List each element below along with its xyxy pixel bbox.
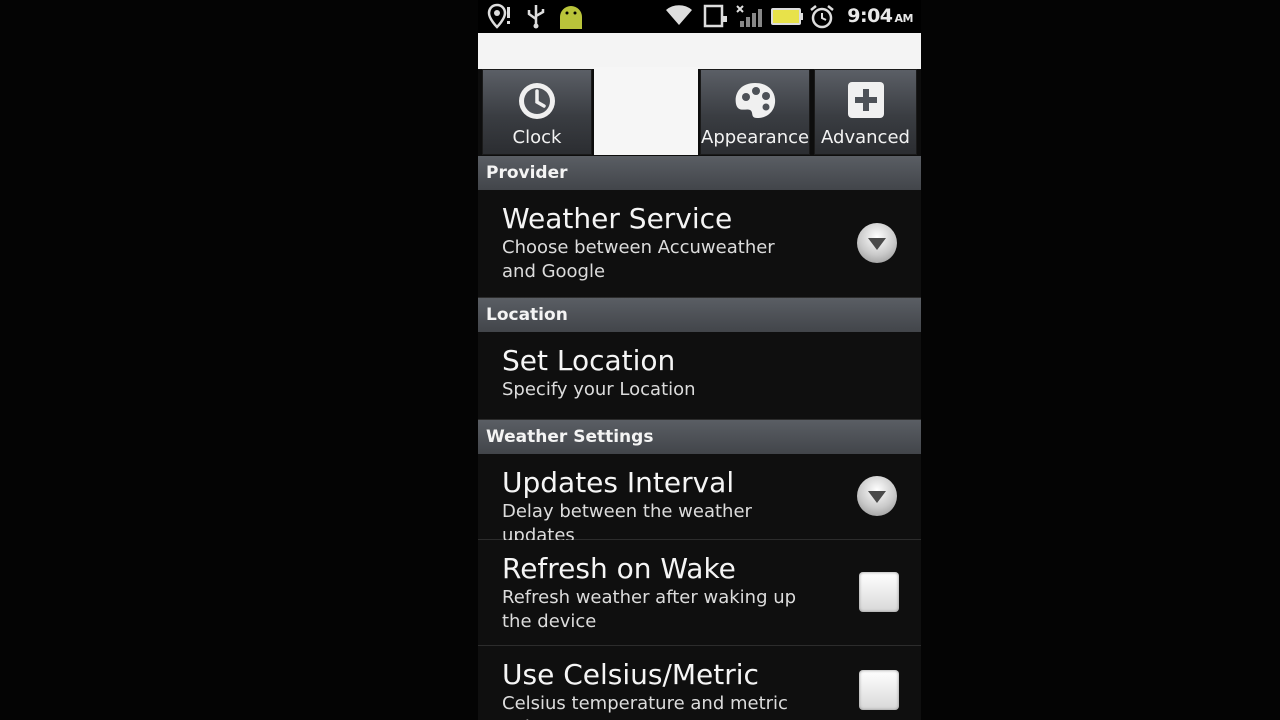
status-time: 9:04	[847, 5, 893, 27]
alarm-icon	[810, 5, 834, 29]
pref-summary: Specify your Location	[502, 379, 696, 400]
tab-advanced-label: Advanced	[821, 127, 910, 148]
dropdown-icon[interactable]	[857, 476, 897, 516]
signal-icon	[736, 5, 762, 27]
pref-set-location[interactable]: Set Location Specify your Location	[478, 332, 921, 420]
dropdown-icon[interactable]	[857, 223, 897, 263]
category-location: Location	[478, 298, 921, 332]
tab-appearance-label: Appearance	[701, 127, 810, 148]
status-ampm: AM	[894, 12, 914, 25]
category-weather-settings: Weather Settings	[478, 420, 921, 454]
pref-title: Weather Service	[502, 202, 733, 235]
tab-appearance[interactable]: Appearance	[700, 69, 810, 155]
pref-refresh-on-wake[interactable]: Refresh on Wake Refresh weather after wa…	[478, 540, 921, 646]
title-bar	[478, 33, 921, 69]
battery-icon	[771, 8, 803, 25]
pref-updates-interval[interactable]: Updates Interval Delay between the weath…	[478, 454, 921, 546]
android-icon	[560, 6, 582, 29]
tab-clock-label: Clock	[512, 127, 562, 148]
usb-icon	[527, 5, 545, 29]
wifi-icon	[666, 5, 692, 25]
pref-title: Set Location	[502, 344, 676, 377]
phone-screen: 9:04 AM Clock Appearance Advanced Provid…	[478, 0, 921, 720]
palette-icon	[735, 83, 776, 118]
tab-weather[interactable]	[594, 67, 698, 155]
category-provider: Provider	[478, 156, 921, 190]
tab-clock[interactable]: Clock	[482, 69, 592, 155]
preferences-list: Provider Weather Service Choose between …	[478, 156, 921, 720]
plus-icon	[847, 82, 884, 118]
pref-weather-service[interactable]: Weather Service Choose between Accuweath…	[478, 190, 921, 298]
tab-advanced[interactable]: Advanced	[814, 69, 917, 155]
refresh-on-wake-checkbox[interactable]	[859, 572, 899, 612]
pref-use-celsius[interactable]: Use Celsius/Metric Celsius temperature a…	[478, 646, 921, 720]
status-clock: 9:04 AM	[847, 5, 913, 27]
clock-icon	[519, 83, 555, 119]
use-celsius-checkbox[interactable]	[859, 670, 899, 710]
location-alert-icon	[487, 3, 510, 29]
tab-bar: Clock Appearance Advanced	[478, 67, 921, 225]
sd-card-icon	[703, 4, 727, 28]
status-bar: 9:04 AM	[478, 0, 921, 33]
